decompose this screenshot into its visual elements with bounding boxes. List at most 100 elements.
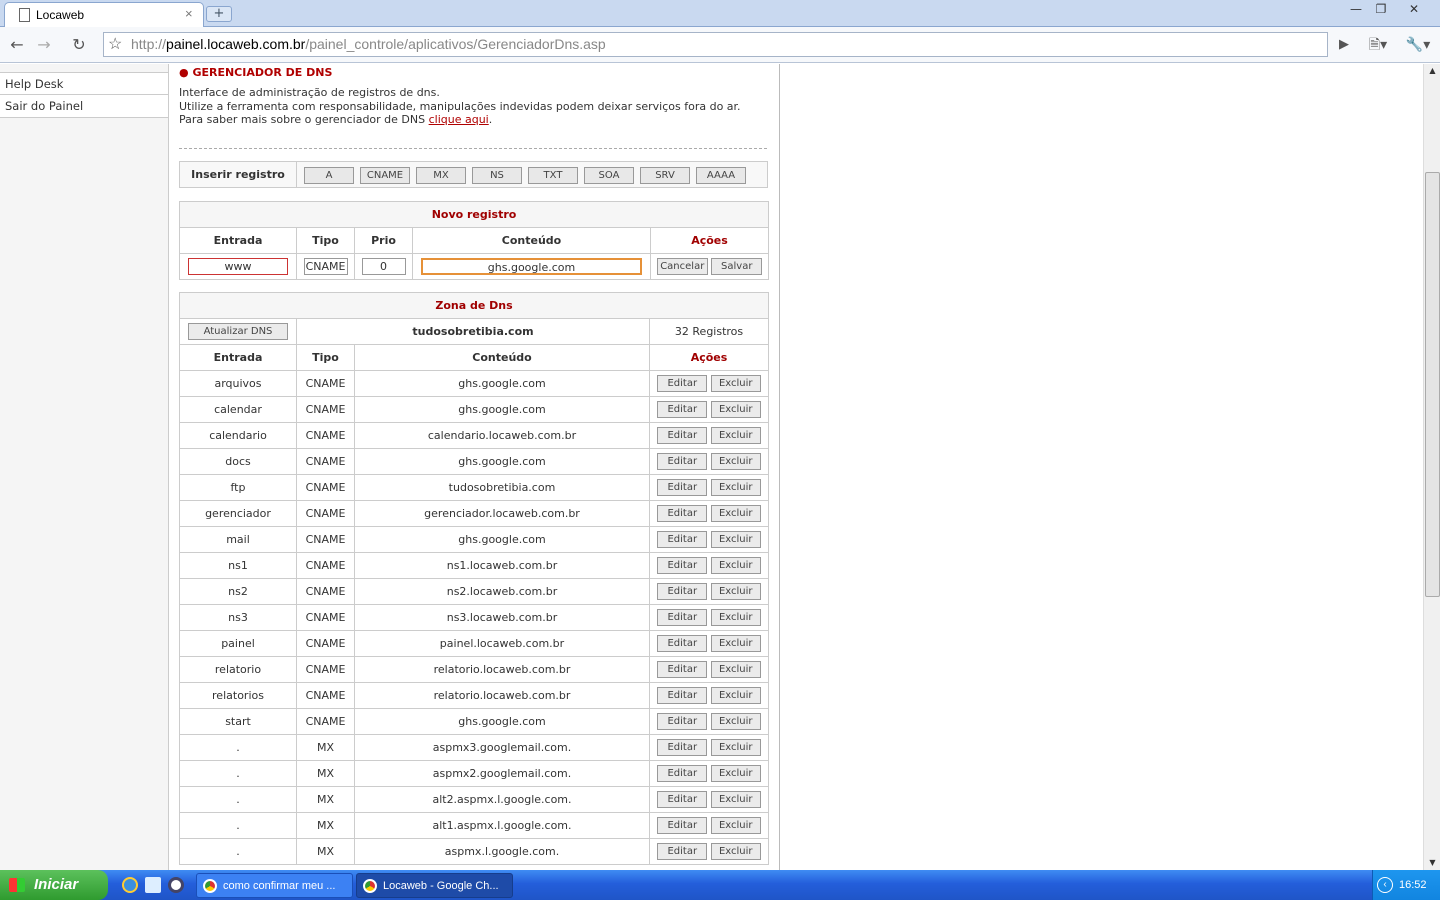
priority-input[interactable]: 0 [361,258,406,275]
edit-button[interactable]: Editar [657,817,708,834]
table-row: gerenciador CNAME gerenciador.locaweb.com.… [179,500,770,527]
media-player-icon[interactable] [168,877,184,893]
edit-button[interactable]: Editar [657,843,708,860]
insert-type-soa-button[interactable]: SOA [584,167,634,184]
edit-button[interactable]: Editar [657,635,708,652]
record-entry: . [179,734,297,761]
table-row: relatorio CNAME relatorio.locaweb.com.br Ed… [179,656,770,683]
refresh-dns-button[interactable]: Atualizar DNS [188,323,288,340]
delete-button[interactable]: Excluir [710,401,761,418]
page-menu-icon[interactable]: 🗎▾ [1365,35,1391,55]
cancel-button[interactable]: Cancelar [656,258,708,275]
edit-button[interactable]: Editar [657,661,708,678]
wrench-menu-icon[interactable]: 🔧▾ [1404,35,1432,55]
entry-input[interactable]: www [188,258,288,275]
save-button[interactable]: Salvar [711,258,763,275]
edit-button[interactable]: Editar [657,791,708,808]
table-row: painel CNAME painel.locaweb.com.br Editar E… [179,630,770,657]
delete-button[interactable]: Excluir [710,479,761,496]
insert-type-txt-button[interactable]: TXT [528,167,578,184]
insert-type-mx-button[interactable]: MX [416,167,466,184]
table-row: arquivos CNAME ghs.google.com Editar Exclui… [179,370,770,397]
insert-type-cname-button[interactable]: CNAME [360,167,410,184]
reload-icon[interactable]: ↻ [68,35,90,55]
delete-button[interactable]: Excluir [710,427,761,444]
edit-button[interactable]: Editar [657,531,708,548]
edit-button[interactable]: Editar [657,427,708,444]
delete-button[interactable]: Excluir [710,791,761,808]
column-header: Conteúdo [412,227,651,254]
click-here-link[interactable]: clique aqui [429,113,489,126]
record-entry: relatorios [179,682,297,709]
record-content: ns3.locaweb.com.br [354,604,650,631]
delete-button[interactable]: Excluir [710,635,761,652]
url-prefix: http:// [131,36,167,52]
insert-type-aaaa-button[interactable]: AAAA [696,167,746,184]
back-arrow-icon[interactable]: ← [6,35,28,55]
taskbar-item[interactable]: como confirmar meu ... [196,873,353,898]
delete-button[interactable]: Excluir [710,739,761,756]
delete-button[interactable]: Excluir [710,609,761,626]
sidebar-item-logout[interactable]: Sair do Painel [0,95,168,118]
delete-button[interactable]: Excluir [710,453,761,470]
delete-button[interactable]: Excluir [710,661,761,678]
scroll-up-icon[interactable]: ▲ [1424,64,1440,78]
edit-button[interactable]: Editar [657,739,708,756]
scroll-thumb[interactable] [1425,172,1440,597]
delete-button[interactable]: Excluir [710,505,761,522]
browser-titlebar: Locaweb × + — ❐ ✕ [0,0,1440,27]
record-entry: relatorio [179,656,297,683]
browser-tab[interactable]: Locaweb × [4,2,204,27]
edit-button[interactable]: Editar [657,713,708,730]
delete-button[interactable]: Excluir [710,765,761,782]
delete-button[interactable]: Excluir [710,531,761,548]
record-type: CNAME [296,552,355,579]
table-row: relatorios CNAME relatorio.locaweb.com.br E… [179,682,770,709]
record-type: CNAME [296,578,355,605]
edit-button[interactable]: Editar [657,609,708,626]
sidebar-item-help-desk[interactable]: Help Desk [0,72,168,95]
insert-type-ns-button[interactable]: NS [472,167,522,184]
tab-close-icon[interactable]: × [185,6,193,21]
show-desktop-icon[interactable] [145,877,161,893]
edit-button[interactable]: Editar [657,375,708,392]
new-tab-button[interactable]: + [206,6,232,22]
edit-button[interactable]: Editar [657,557,708,574]
edit-button[interactable]: Editar [657,401,708,418]
record-type: CNAME [296,396,355,423]
close-window-button[interactable]: ✕ [1403,1,1425,17]
new-record-title: Novo registro [178,201,770,228]
go-arrow-icon[interactable]: ▶ [1333,35,1355,55]
delete-button[interactable]: Excluir [710,583,761,600]
maximize-button[interactable]: ❐ [1370,1,1392,17]
delete-button[interactable]: Excluir [710,713,761,730]
edit-button[interactable]: Editar [657,765,708,782]
edit-button[interactable]: Editar [657,583,708,600]
bookmark-star-icon[interactable]: ☆ [108,33,122,56]
delete-button[interactable]: Excluir [710,817,761,834]
vertical-scrollbar[interactable]: ▲ ▼ [1423,64,1440,870]
delete-button[interactable]: Excluir [710,375,761,392]
type-input[interactable]: CNAME [303,258,348,275]
intro-line-2: Utilize a ferramenta com responsabilidad… [179,99,741,113]
edit-button[interactable]: Editar [657,687,708,704]
edit-button[interactable]: Editar [657,479,708,496]
insert-type-srv-button[interactable]: SRV [640,167,690,184]
record-type: CNAME [296,604,355,631]
insert-type-a-button[interactable]: A [304,167,354,184]
edit-button[interactable]: Editar [657,505,708,522]
delete-button[interactable]: Excluir [710,557,761,574]
start-button[interactable]: Iniciar [0,870,108,900]
forward-arrow-icon[interactable]: → [33,35,55,55]
scroll-down-icon[interactable]: ▼ [1424,856,1440,870]
intro-line-3-text: Para saber mais sobre o gerenciador de D… [179,113,429,126]
internet-explorer-icon[interactable] [122,877,138,893]
minimize-button[interactable]: — [1345,1,1367,17]
edit-button[interactable]: Editar [657,453,708,470]
taskbar-item-active[interactable]: Locaweb - Google Ch... [356,873,513,898]
address-bar[interactable]: ☆ http://painel.locaweb.com.br/painel_con… [103,32,1328,57]
content-input[interactable]: ghs.google.com [421,258,642,275]
tray-expand-icon[interactable]: ‹ [1377,877,1393,893]
delete-button[interactable]: Excluir [710,687,761,704]
delete-button[interactable]: Excluir [710,843,761,860]
